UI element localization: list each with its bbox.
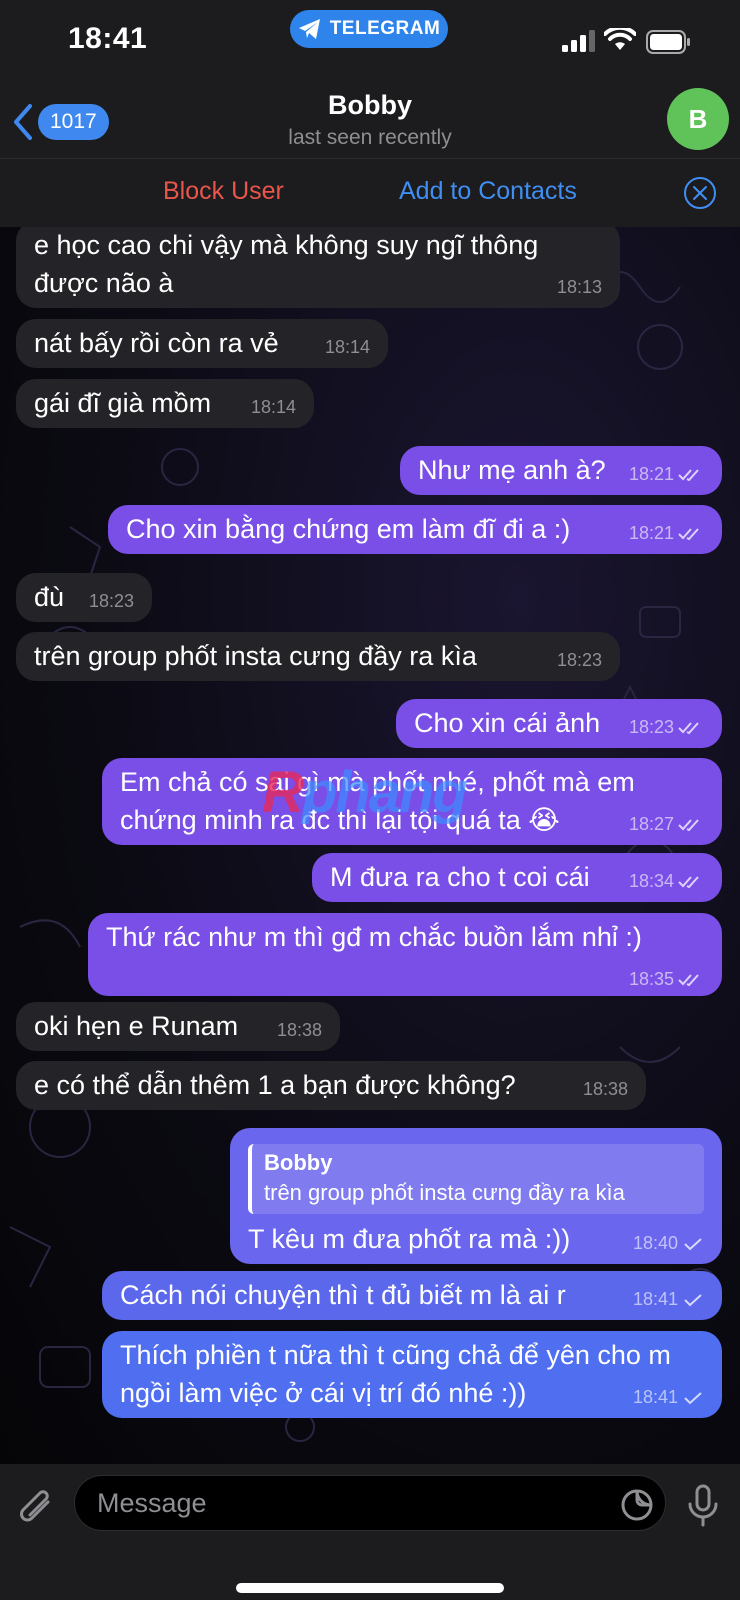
message-time: 18:41 [632, 1387, 678, 1407]
return-to-app-pill[interactable]: TELEGRAM [290, 10, 448, 48]
message-outgoing[interactable]: M đưa ra cho t coi cái 18:34 [312, 853, 722, 902]
message-text: Như mẹ anh à? [418, 455, 606, 485]
message-incoming[interactable]: e có thể dẫn thêm 1 a bạn được không? 18… [16, 1061, 646, 1110]
message-time: 18:38 [276, 1020, 322, 1040]
message-outgoing[interactable]: Như mẹ anh à? 18:21 [400, 446, 722, 495]
message-meta: 18:41 [633, 1288, 704, 1310]
block-user-button[interactable]: Block User [163, 177, 284, 206]
reply-author: Bobby [264, 1150, 333, 1175]
contact-action-bar: Block User Add to Contacts [0, 158, 740, 227]
message-incoming[interactable]: oki hẹn e Runam 18:38 [16, 1002, 340, 1051]
message-outgoing[interactable]: Cho xin cái ảnh 18:23 [396, 699, 722, 748]
last-seen-status: last seen recently [288, 126, 452, 149]
message-time: 18:21 [628, 464, 674, 484]
message-incoming[interactable]: đù 18:23 [16, 573, 152, 622]
message-input-placeholder: Message [97, 1488, 207, 1518]
message-time: 18:14 [250, 397, 296, 417]
message-time: 18:40 [632, 1233, 678, 1253]
reply-quote[interactable]: Bobby trên group phốt insta cưng đầy ra … [248, 1144, 704, 1214]
clock: 18:41 [68, 22, 148, 55]
check-icon [684, 1392, 702, 1405]
message-outgoing[interactable]: Thứ rác như m thì gđ m chắc buồn lắm nhỉ… [88, 913, 722, 996]
check-icon [684, 1294, 702, 1307]
message-outgoing[interactable]: Cho xin bằng chứng em làm đĩ đi a :) 18:… [108, 505, 722, 554]
message-meta: 18:34 [629, 870, 704, 892]
message-text: đù [34, 582, 65, 612]
double-check-icon [678, 974, 699, 987]
message-outgoing[interactable]: Thích phiền t nữa thì t cũng chả để yên … [102, 1331, 722, 1418]
message-text: M đưa ra cho t coi cái [330, 862, 590, 892]
avatar-letter: B [688, 103, 708, 134]
message-time: 18:14 [324, 337, 370, 357]
message-meta: 18:21 [629, 522, 704, 544]
message-time: 18:34 [628, 871, 674, 891]
message-input[interactable]: Message [74, 1475, 666, 1531]
message-incoming[interactable]: nát bấy rồi còn ra vẻ 18:14 [16, 319, 388, 368]
composer-bar: Message [0, 1464, 740, 1600]
message-text: Cho xin bằng chứng em làm đĩ đi a :) [126, 514, 571, 544]
app-pill-label: TELEGRAM [329, 18, 441, 39]
message-text: T kêu m đưa phốt ra mà :)) [248, 1224, 571, 1254]
message-meta: 18:41 [633, 1386, 704, 1408]
message-text: Cho xin cái ảnh [414, 708, 601, 738]
message-time: 18:23 [88, 591, 134, 611]
wifi-icon [604, 28, 636, 50]
cellular-signal-icon [562, 30, 595, 52]
message-time: 18:38 [582, 1079, 628, 1099]
message-incoming[interactable]: e học cao chi vậy mà không suy ngĩ thông… [16, 227, 620, 308]
double-check-icon [678, 469, 699, 482]
chat-header: 1017 Bobby last seen recently B [0, 88, 740, 158]
message-text: gái đĩ già mồm [34, 388, 212, 418]
message-outgoing-reply[interactable]: Bobby trên group phốt insta cưng đầy ra … [230, 1128, 722, 1264]
message-text: Em chả có sai gì mà phốt nhé, phốt mà em… [120, 767, 635, 835]
check-icon [684, 1238, 702, 1251]
message-time: 18:35 [628, 969, 674, 989]
chat-title[interactable]: Bobby [0, 90, 740, 121]
close-icon[interactable] [683, 176, 717, 210]
microphone-icon[interactable] [686, 1484, 720, 1528]
double-check-icon [678, 722, 699, 735]
message-text: nát bấy rồi còn ra vẻ [34, 328, 279, 358]
message-outgoing[interactable]: Em chả có sai gì mà phốt nhé, phốt mà em… [102, 758, 722, 845]
message-time: 18:27 [628, 814, 674, 834]
double-check-icon [678, 528, 699, 541]
status-bar: 18:41 TELEGRAM [0, 0, 740, 88]
message-meta: 18:40 [633, 1232, 704, 1254]
battery-icon [646, 30, 690, 54]
message-text: e học cao chi vậy mà không suy ngĩ thông… [34, 230, 539, 298]
message-text: Cách nói chuyện thì t đủ biết m là ai r [120, 1280, 566, 1310]
telegram-icon [298, 19, 320, 39]
reply-text: trên group phốt insta cưng đầy ra kìa [264, 1180, 625, 1205]
home-indicator [236, 1583, 504, 1593]
message-time: 18:23 [628, 717, 674, 737]
message-time: 18:13 [556, 277, 602, 297]
message-text: Thích phiền t nữa thì t cũng chả để yên … [120, 1340, 671, 1408]
message-text: e có thể dẫn thêm 1 a bạn được không? [34, 1070, 516, 1100]
message-text: trên group phốt insta cưng đầy ra kìa [34, 641, 477, 671]
message-meta: 18:23 [629, 716, 704, 738]
sticker-icon[interactable] [620, 1488, 654, 1522]
message-incoming[interactable]: trên group phốt insta cưng đầy ra kìa 18… [16, 632, 620, 681]
message-text: oki hẹn e Runam [34, 1011, 239, 1041]
avatar[interactable]: B [667, 88, 729, 150]
paperclip-icon[interactable] [18, 1488, 58, 1530]
message-time: 18:23 [556, 650, 602, 670]
message-meta: 18:21 [629, 463, 704, 485]
add-to-contacts-button[interactable]: Add to Contacts [399, 177, 577, 206]
double-check-icon [678, 876, 699, 889]
message-incoming[interactable]: gái đĩ già mồm 18:14 [16, 379, 314, 428]
double-check-icon [678, 819, 699, 832]
message-time: 18:21 [628, 523, 674, 543]
message-meta: 18:35 [629, 968, 704, 990]
message-time: 18:41 [632, 1289, 678, 1309]
message-list[interactable]: e học cao chi vậy mà không suy ngĩ thông… [0, 227, 740, 1464]
message-outgoing[interactable]: Cách nói chuyện thì t đủ biết m là ai r … [102, 1271, 722, 1320]
message-text: Thứ rác như m thì gđ m chắc buồn lắm nhỉ… [106, 922, 642, 952]
message-meta: 18:27 [629, 813, 704, 835]
